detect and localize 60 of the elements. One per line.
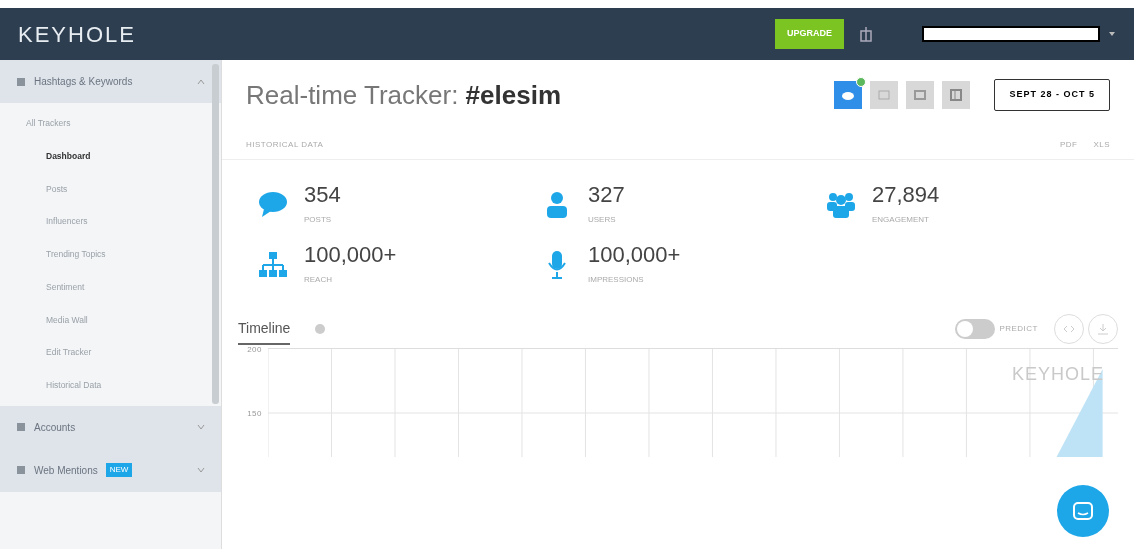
people-icon — [826, 190, 856, 220]
check-dot-icon — [856, 77, 867, 87]
sidebar-section[interactable]: Web Mentions NEW — [0, 448, 221, 492]
axis-tick-label: 200 — [247, 344, 262, 356]
stat-label: ENGAGEMENT — [872, 214, 930, 226]
sidebar-section[interactable]: Hashtags & Keywords — [0, 60, 221, 103]
new-badge: NEW — [105, 463, 133, 478]
sidebar-item[interactable]: Dashboard — [0, 139, 221, 173]
axis-tick-label: 150 — [247, 408, 262, 420]
sidebar-item[interactable]: Sentiment — [0, 270, 221, 304]
upgrade-button[interactable]: UPGRADE — [775, 19, 844, 49]
grid-icon — [878, 90, 891, 100]
page-title: Real-time Tracker: #elesim — [246, 78, 561, 112]
section-icon — [16, 465, 26, 476]
export-link[interactable]: XLS — [1093, 138, 1110, 151]
source-filter-button[interactable] — [870, 81, 899, 109]
chat-button[interactable] — [1057, 485, 1109, 537]
section-label: Accounts — [34, 420, 76, 435]
caret-icon[interactable] — [1108, 31, 1116, 37]
section-icon — [16, 422, 26, 433]
section-label: Hashtags & Keywords — [34, 75, 133, 89]
historical-data-link[interactable]: HISTORICAL DATA — [246, 138, 324, 151]
settings-icon[interactable] — [314, 323, 327, 335]
sidebar-item[interactable]: Historical Data — [0, 369, 221, 402]
chat-icon — [1073, 502, 1093, 520]
predict-label: PREDICT — [999, 323, 1038, 335]
panel-icon — [950, 89, 963, 101]
stat-label: POSTS — [304, 214, 333, 226]
stat-value: 27,894 — [872, 184, 940, 206]
download-icon — [1097, 323, 1109, 335]
sidebar-item[interactable]: Edit Tracker — [0, 336, 221, 369]
sidebar-item[interactable]: All Trackers — [0, 107, 221, 140]
scrollbar[interactable] — [212, 64, 219, 404]
square-icon — [914, 90, 927, 100]
timeline-tab[interactable]: Timeline — [238, 313, 291, 345]
sidebar-item[interactable]: Trending Topics — [0, 238, 221, 271]
predict-toggle[interactable] — [955, 319, 996, 339]
sidebar-item[interactable]: Media Wall — [0, 303, 221, 337]
sidebar-section[interactable]: Accounts — [0, 405, 221, 449]
section-label: Web Mentions — [34, 463, 98, 478]
stat-label: REACH — [304, 274, 333, 286]
gift-icon[interactable] — [860, 26, 872, 42]
sidebar-item[interactable]: Influencers — [0, 205, 221, 238]
stat-value: 354 — [304, 184, 341, 206]
sidebar-item[interactable]: Posts — [0, 172, 221, 206]
source-filter-button[interactable] — [942, 81, 971, 109]
section-icon — [16, 76, 26, 87]
stat-label: IMPRESSIONS — [588, 274, 645, 286]
stat-value: 100,000+ — [588, 244, 681, 266]
account-field[interactable] — [922, 26, 1100, 42]
stat-label: USERS — [588, 214, 617, 226]
hierarchy-icon — [258, 250, 288, 280]
speech-bubble-icon — [258, 190, 288, 220]
date-range-dropdown[interactable]: SEPT 28 - OCT 5 — [994, 79, 1110, 111]
source-filter-button[interactable] — [906, 81, 935, 109]
stat-value: 327 — [588, 184, 625, 206]
logo: KEYHOLE — [18, 20, 136, 49]
export-link[interactable]: PDF — [1059, 138, 1078, 151]
code-icon — [1063, 325, 1075, 333]
stat-value: 100,000+ — [304, 244, 397, 266]
